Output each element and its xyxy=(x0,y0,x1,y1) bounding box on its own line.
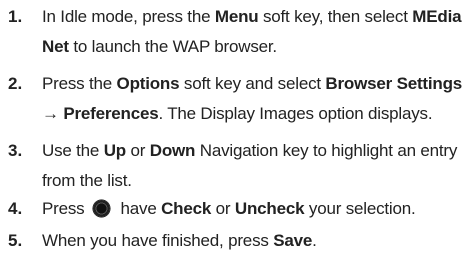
text-run: have xyxy=(115,199,162,218)
step-line: Net to launch the WAP browser. xyxy=(42,32,464,62)
text-run: Press the xyxy=(42,74,117,93)
text-run: Navigation key to highlight an entry xyxy=(195,141,458,160)
key-name-down: Down xyxy=(149,141,196,160)
text-run: soft key, then select xyxy=(258,7,413,26)
text-run: or xyxy=(125,141,150,160)
option-check: Check xyxy=(161,199,212,218)
step-text: Press have Check or Uncheck your selecti… xyxy=(42,194,464,224)
key-name-menu: Menu xyxy=(214,7,259,26)
text-run: or xyxy=(211,199,235,218)
text-run: your selection. xyxy=(304,199,416,218)
step-line: Use the Up or Down Navigation key to hig… xyxy=(42,136,464,166)
key-name-options: Options xyxy=(116,74,180,93)
step-line: from the list. xyxy=(42,166,464,196)
menu-item-preferences: → Preferences xyxy=(42,104,159,123)
text-run: In Idle mode, press the xyxy=(42,7,215,26)
menu-item-media: MEdia xyxy=(412,7,462,26)
text-run: Use the xyxy=(42,141,104,160)
step-line: Press the Options soft key and select Br… xyxy=(42,69,464,99)
center-select-key-icon xyxy=(92,200,110,217)
step-line: In Idle mode, press the Menu soft key, t… xyxy=(42,2,464,32)
text-run: When you have finished, press xyxy=(42,231,274,250)
text-run: . xyxy=(312,231,317,250)
menu-item-browser-settings: Browser Settings xyxy=(325,74,463,93)
step-line: → Preferences. The Display Images option… xyxy=(42,99,464,129)
step-number: 3. xyxy=(8,141,23,160)
step-text: In Idle mode, press the Menu soft key, t… xyxy=(42,2,464,62)
text-run: . The Display Images option displays. xyxy=(158,104,433,123)
step-text: Press the Options soft key and select Br… xyxy=(42,69,464,129)
text-run: from the list. xyxy=(42,171,132,190)
text-run: soft key and select xyxy=(179,74,326,93)
menu-item-net: Net xyxy=(42,37,69,56)
key-name-up: Up xyxy=(103,141,126,160)
step-line: Press have Check or Uncheck your selecti… xyxy=(42,194,464,224)
text-run: Press xyxy=(42,199,89,218)
step-number: 2. xyxy=(8,74,23,93)
key-name-save: Save xyxy=(273,231,313,250)
step-number: 4. xyxy=(8,199,23,218)
step-line: When you have finished, press Save. xyxy=(42,226,464,256)
option-uncheck: Uncheck xyxy=(234,199,305,218)
step-text: Use the Up or Down Navigation key to hig… xyxy=(42,136,464,196)
text-run: to launch the WAP browser. xyxy=(68,37,277,56)
step-number: 1. xyxy=(8,7,23,26)
step-text: When you have finished, press Save. xyxy=(42,226,464,256)
instruction-steps: 1. In Idle mode, press the Menu soft key… xyxy=(0,0,467,259)
step-number: 5. xyxy=(8,231,23,250)
